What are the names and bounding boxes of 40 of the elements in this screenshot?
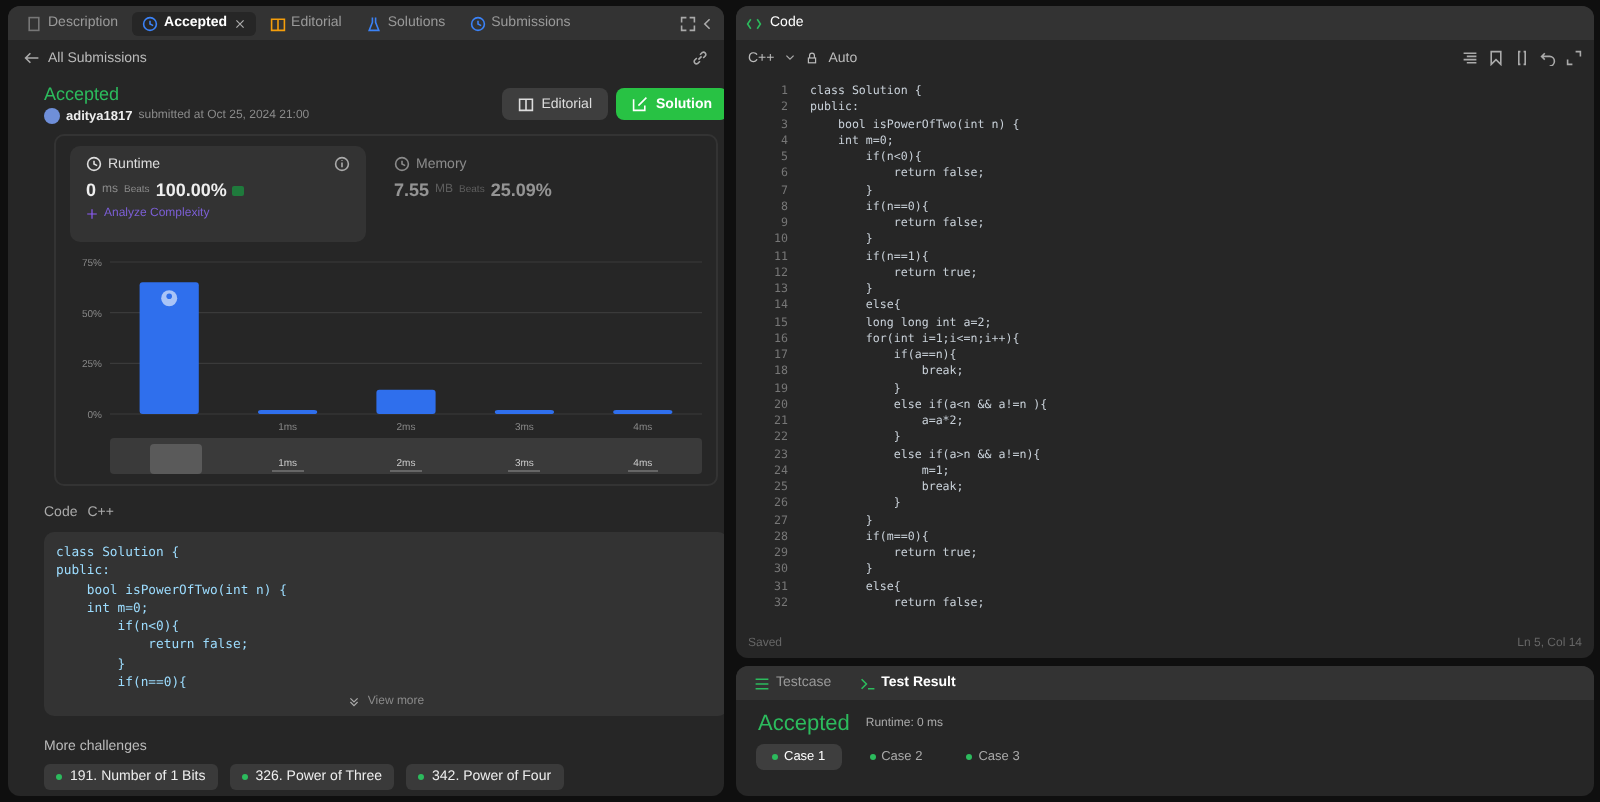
clock-icon <box>86 156 102 172</box>
stat-value: 7.55 <box>394 180 430 200</box>
edit-icon <box>632 96 648 112</box>
lock-icon <box>806 52 819 64</box>
braces-icon[interactable] <box>1514 50 1530 66</box>
terminal-icon <box>859 675 876 691</box>
bookmark-icon[interactable] <box>1488 50 1504 66</box>
chevron-down-icon <box>784 52 797 64</box>
back-arrow-icon[interactable] <box>24 50 40 66</box>
bar[interactable] <box>376 389 436 414</box>
clock-icon <box>142 15 159 31</box>
status-text: Accepted <box>44 84 122 104</box>
result-status: Accepted <box>758 712 850 736</box>
close-icon <box>233 17 246 29</box>
chevron-left-icon[interactable] <box>700 15 716 31</box>
book-icon <box>269 15 286 31</box>
checklist-icon <box>754 675 770 691</box>
badge-icon <box>232 185 245 195</box>
range-handle[interactable] <box>150 444 202 474</box>
avatar-icon <box>44 108 60 124</box>
bar[interactable] <box>139 282 199 414</box>
format-icon[interactable] <box>1462 50 1478 66</box>
document-icon <box>26 15 42 31</box>
stat-value: 0 <box>86 180 97 200</box>
chevrons-down-icon <box>347 696 360 709</box>
book-icon <box>517 96 534 112</box>
flask-icon <box>365 15 382 31</box>
info-icon <box>334 156 350 172</box>
bar[interactable] <box>494 409 554 414</box>
code-icon <box>746 15 762 31</box>
link-icon[interactable] <box>692 50 708 66</box>
expand-icon[interactable] <box>1566 50 1582 66</box>
expand-icon[interactable] <box>680 15 696 31</box>
history-icon <box>469 15 486 31</box>
beats-value: 100.00% <box>155 180 227 200</box>
bar[interactable] <box>258 409 318 414</box>
user-avatar-icon <box>161 290 178 307</box>
undo-icon[interactable] <box>1540 50 1556 66</box>
bar[interactable] <box>613 409 673 414</box>
beats-value: 25.09% <box>490 180 552 200</box>
